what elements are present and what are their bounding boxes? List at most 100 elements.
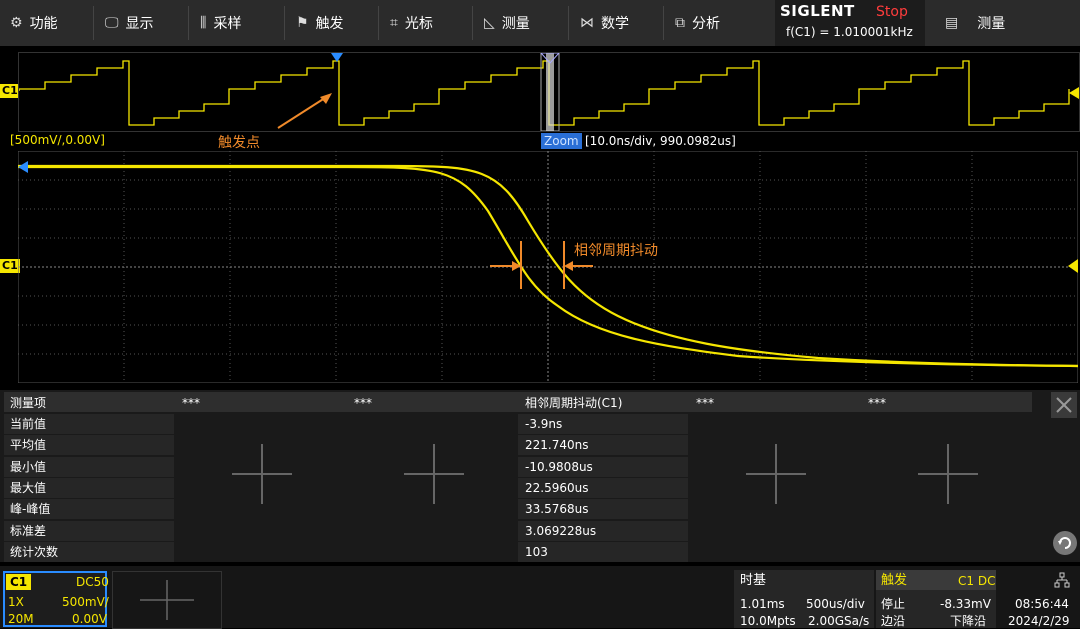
trigger-arrow <box>277 93 332 129</box>
clock-time: 08:56:44 <box>1015 597 1069 611</box>
menu-flag-button[interactable]: ⚑ 触发 <box>296 0 344 46</box>
menu-label: 测量 <box>501 16 530 32</box>
menu-acquire-button[interactable]: ⫼ 采样 <box>200 0 241 46</box>
network-icon <box>1054 572 1070 588</box>
overview-channel-tag: C1 <box>0 84 20 98</box>
add-channel-icon[interactable] <box>140 580 194 620</box>
trigger-level-left-icon <box>18 161 28 173</box>
measure-row-value: 22.5960us <box>525 480 589 495</box>
measure-menu-label: 测量 <box>977 16 1006 32</box>
measure-row-value: -10.9808us <box>525 459 593 474</box>
add-measure-slot-4-icon[interactable] <box>746 444 806 504</box>
menu-separator <box>188 6 189 40</box>
timebase-delay: 1.01ms <box>740 597 785 611</box>
measure-slot-3-header[interactable]: 相邻周期抖动(C1) <box>525 393 622 413</box>
menu-label: 数学 <box>601 16 629 32</box>
zoom-tag[interactable]: Zoom <box>541 133 582 149</box>
overview-trace <box>19 60 1070 126</box>
add-measure-slot-1-icon[interactable] <box>232 444 292 504</box>
gear-icon: ⚙ <box>10 15 23 31</box>
math-icon: ⋈ <box>580 15 594 31</box>
menu-ruler-button[interactable]: ◺ 测量 <box>484 0 530 46</box>
menu-separator <box>93 6 94 40</box>
analysis-icon: ⧉ <box>675 15 685 31</box>
measure-row-label: 标准差 <box>10 523 47 538</box>
menu-label: 显示 <box>125 16 154 32</box>
cursor-icon: ⌗ <box>390 15 398 31</box>
list-icon: ▤ <box>945 15 959 31</box>
measure-menu-button[interactable]: ▤ 测量 <box>945 0 1005 46</box>
trigger-level: -8.33mV <box>940 597 991 611</box>
menu-separator <box>568 6 569 40</box>
menu-label: 采样 <box>213 16 242 32</box>
measure-row-label: 平均值 <box>10 438 47 453</box>
menu-gear-button[interactable]: ⚙ 功能 <box>10 0 58 46</box>
add-measure-slot-2-icon[interactable] <box>404 444 464 504</box>
menu-math-button[interactable]: ⋈ 数学 <box>580 0 629 46</box>
overview-level-marker-icon <box>1069 87 1079 99</box>
jitter-annotation: 相邻周期抖动 <box>574 243 658 259</box>
channel-coupling: DC50 <box>76 575 109 589</box>
refresh-icon[interactable] <box>1052 530 1078 556</box>
menu-label: 触发 <box>315 16 344 32</box>
menu-separator <box>663 6 664 40</box>
zoom-window-fill <box>546 53 554 131</box>
trigger-slope: 下降沿 <box>950 614 987 628</box>
channel-name: C1 <box>6 574 32 590</box>
display-icon: 🖵 <box>105 15 119 31</box>
measure-slot-4-header[interactable]: *** <box>696 393 714 413</box>
measure-row-value: 221.740ns <box>525 438 589 453</box>
measure-slot-2-header[interactable]: *** <box>354 393 372 413</box>
timebase-title: 时基 <box>740 573 767 588</box>
channel-bandwidth: 20M <box>8 612 34 626</box>
measure-row-label: 最大值 <box>10 480 47 495</box>
grid-lines <box>18 151 1078 383</box>
ruler-icon: ◺ <box>484 15 495 31</box>
overview-waveform[interactable] <box>18 52 1080 132</box>
menu-analysis-button[interactable]: ⧉ 分析 <box>675 0 720 46</box>
add-measure-slot-5-icon[interactable] <box>918 444 978 504</box>
trigger-state: 停止 <box>881 597 906 611</box>
measure-row-label: 统计次数 <box>10 544 59 559</box>
measure-row-label: 当前值 <box>10 417 47 431</box>
measure-row-value: 33.5768us <box>525 502 589 517</box>
menu-label: 分析 <box>692 16 720 32</box>
measure-row-label: 峰-峰值 <box>10 502 51 517</box>
brand-logo: SIGLENT <box>780 2 855 20</box>
trigger-title: 触发 <box>881 573 908 588</box>
trigger-source: C1 DC <box>958 574 996 588</box>
measure-row-value: 3.069228us <box>525 523 597 538</box>
trigger-point-annotation: 触发点 <box>218 135 260 151</box>
channel-probe: 1X <box>8 595 24 609</box>
waveform-grid[interactable]: 相邻周期抖动 <box>18 151 1078 383</box>
menu-label: 光标 <box>404 16 433 32</box>
trigger-type: 边沿 <box>881 614 906 628</box>
channel-offset: 0.00V <box>72 612 107 626</box>
timebase-memory: 10.0Mpts <box>740 614 796 628</box>
flag-icon: ⚑ <box>296 15 309 31</box>
menu-separator <box>284 6 285 40</box>
zoom-info: [10.0ns/div, 990.0982us] <box>585 134 736 148</box>
close-icon[interactable] <box>1051 392 1077 418</box>
timebase-scale: 500us/div <box>806 597 865 611</box>
clock-date: 2024/2/29 <box>1008 614 1070 628</box>
measure-slot-1-header[interactable]: *** <box>182 393 200 413</box>
channel-scale: 500mV/ <box>62 595 109 609</box>
measure-row-label: 最小值 <box>10 459 47 474</box>
level-marker-right-icon <box>1068 259 1078 273</box>
measure-slot-5-header[interactable]: *** <box>868 393 886 413</box>
measure-row-value: -3.9ns <box>525 417 563 431</box>
menu-separator <box>472 6 473 40</box>
measure-row-value: 103 <box>525 544 548 559</box>
menu-cursor-button[interactable]: ⌗ 光标 <box>390 0 433 46</box>
run-state[interactable]: Stop <box>876 4 908 20</box>
channel-scale-label: [500mV/,0.00V] <box>10 133 105 147</box>
measure-item-header: 测量项 <box>10 396 47 410</box>
menu-label: 功能 <box>29 16 58 32</box>
grid-channel-tag: C1 <box>0 259 20 273</box>
menu-separator <box>378 6 379 40</box>
timebase-sample-rate: 2.00GSa/s <box>808 614 870 628</box>
frequency-readout: f(C1) = 1.010001kHz <box>786 25 913 39</box>
acquire-icon: ⫼ <box>200 15 207 31</box>
menu-display-button[interactable]: 🖵 显示 <box>105 0 154 46</box>
